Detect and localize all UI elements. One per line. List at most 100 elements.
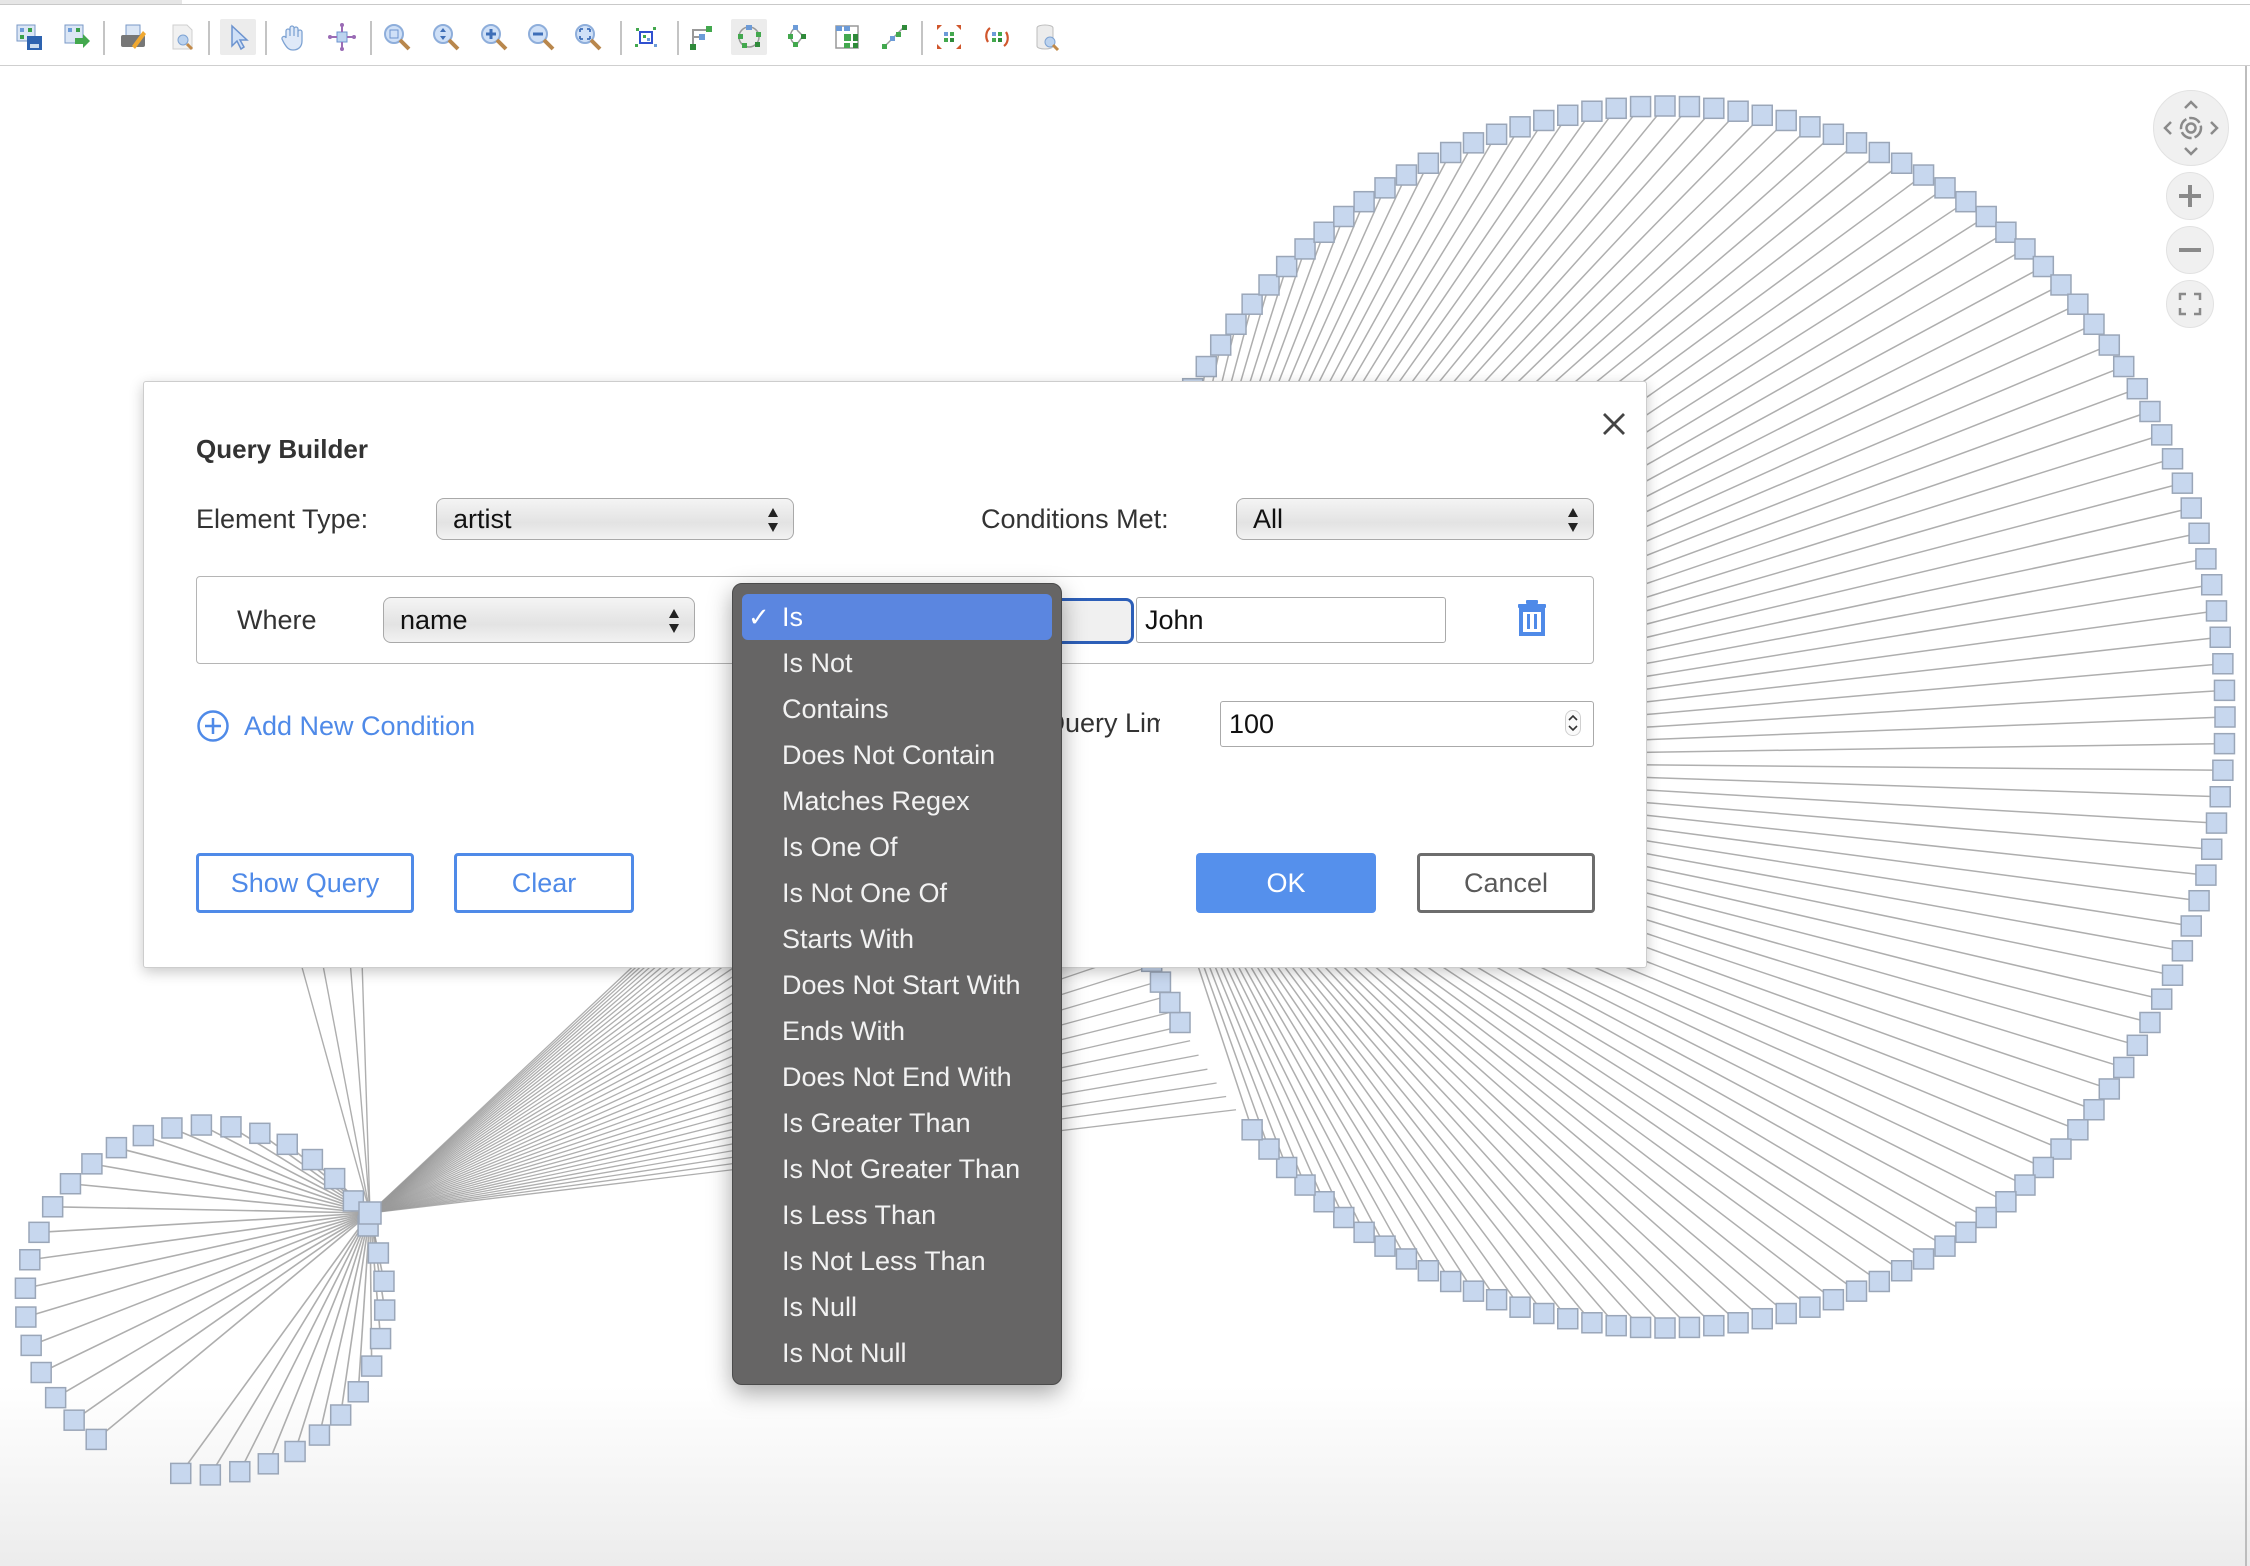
close-icon <box>1603 413 1625 435</box>
select-region-button[interactable] <box>628 19 664 55</box>
zoom-fit-height-button[interactable] <box>428 19 464 55</box>
hierarchical-layout-button[interactable] <box>682 19 718 55</box>
show-query-button[interactable]: Show Query <box>196 853 414 913</box>
operator-option[interactable]: Is Not Greater Than <box>742 1146 1052 1192</box>
operator-option[interactable]: Is One Of <box>742 824 1052 870</box>
zoom-fit-button[interactable] <box>570 19 606 55</box>
zoom-in-button[interactable] <box>2166 172 2214 220</box>
graph-node <box>81 1153 103 1175</box>
operator-option-label: Is One Of <box>782 832 898 862</box>
expand-button[interactable] <box>931 19 967 55</box>
operator-option[interactable]: Is Greater Than <box>742 1100 1052 1146</box>
graph-node <box>1485 123 1508 146</box>
add-condition-link[interactable]: Add New Condition <box>196 709 475 743</box>
spinner-icon[interactable] <box>1565 710 1581 736</box>
operator-option[interactable]: Does Not Start With <box>742 962 1052 1008</box>
operator-option[interactable]: Is Not Null <box>742 1330 1052 1376</box>
graph-edge <box>180 1212 371 1474</box>
operator-option[interactable]: Is Not One Of <box>742 870 1052 916</box>
toolbar <box>0 4 2250 67</box>
fit-screen-button[interactable] <box>2166 280 2214 328</box>
graph-node <box>1275 255 1298 278</box>
graph-node <box>373 1299 396 1321</box>
pan-hand-button[interactable] <box>275 19 311 55</box>
graph-node <box>2098 1078 2121 1100</box>
operator-dropdown-menu: ✓ Is Is Not Contains Does Not Contain Matches… <box>732 583 1062 1385</box>
print-button[interactable] <box>115 19 151 55</box>
query-limit-input[interactable]: 100 <box>1220 701 1594 747</box>
graph-node <box>1581 100 1603 122</box>
delete-condition-button[interactable] <box>1517 599 1547 642</box>
graph-node <box>1258 274 1280 296</box>
close-button[interactable] <box>1594 404 1634 444</box>
print-preview-button[interactable] <box>164 19 200 55</box>
graph-node <box>1995 221 2017 244</box>
select-pointer-button[interactable] <box>220 19 256 55</box>
query-database-button[interactable] <box>1028 19 1064 55</box>
graph-node <box>2067 293 2089 315</box>
move-button[interactable] <box>324 19 360 55</box>
pan-navigator[interactable] <box>2153 90 2229 166</box>
grid-layout-button[interactable] <box>829 19 865 55</box>
clear-button[interactable]: Clear <box>454 853 634 913</box>
field-value: name <box>400 605 468 635</box>
conditions-met-value: All <box>1253 504 1284 534</box>
fit-screen-icon <box>2178 292 2202 316</box>
pan-hand-icon <box>281 25 303 51</box>
graph-node <box>190 1114 213 1136</box>
toolbar-separator <box>921 21 923 55</box>
add-condition-label: Add New Condition <box>244 710 476 741</box>
graph-node <box>1417 152 1440 174</box>
zoom-in-button[interactable] <box>476 19 512 55</box>
graph-node <box>249 1122 271 1145</box>
graph-node <box>2171 940 2194 962</box>
cancel-button[interactable]: Cancel <box>1417 853 1595 913</box>
graph-node <box>308 1424 331 1446</box>
rotate-button[interactable] <box>979 19 1015 55</box>
condition-value-input[interactable]: John <box>1136 597 1446 643</box>
orthogonal-layout-button[interactable] <box>876 19 912 55</box>
graph-node <box>1912 164 1935 186</box>
zoom-out-button[interactable] <box>2166 226 2214 274</box>
pan-arrows-icon <box>2163 100 2219 156</box>
save-graph-button[interactable] <box>11 19 47 55</box>
operator-option-label: Is Not Null <box>782 1338 907 1368</box>
circular-layout-button[interactable] <box>731 19 767 55</box>
organic-layout-button[interactable] <box>780 19 816 55</box>
operator-option[interactable]: Does Not Contain <box>742 732 1052 778</box>
operator-option[interactable]: Matches Regex <box>742 778 1052 824</box>
graph-node <box>323 1167 346 1190</box>
graph-node <box>220 1116 242 1138</box>
conditions-met-select[interactable]: All <box>1236 498 1594 540</box>
graph-node <box>1417 1260 1440 1282</box>
zoom-area-button[interactable] <box>379 19 415 55</box>
export-graph-button[interactable] <box>59 19 95 55</box>
element-type-select[interactable]: artist <box>436 498 794 540</box>
graph-node <box>2200 838 2223 860</box>
graph-node <box>1654 1317 1676 1339</box>
checkmark-icon: ✓ <box>748 602 770 632</box>
operator-option[interactable]: Is Not <box>742 640 1052 686</box>
operator-option[interactable]: Is Null <box>742 1284 1052 1330</box>
operator-option[interactable]: Starts With <box>742 916 1052 962</box>
graph-edge <box>73 1212 371 1421</box>
operator-option[interactable]: Contains <box>742 686 1052 732</box>
operator-option[interactable]: Is Not Less Than <box>742 1238 1052 1284</box>
ok-button[interactable]: OK <box>1196 853 1376 913</box>
graph-node <box>1703 97 1725 120</box>
graph-node <box>169 1462 192 1485</box>
select-arrows-icon <box>669 609 679 633</box>
graph-node <box>2188 522 2210 545</box>
graph-node <box>199 1464 222 1486</box>
operator-option[interactable]: Ends With <box>742 1008 1052 1054</box>
operator-option[interactable]: Is Less Than <box>742 1192 1052 1238</box>
graph-node <box>1294 238 1316 260</box>
operator-option[interactable]: ✓ Is <box>742 594 1052 640</box>
graph-node <box>2112 1056 2135 1079</box>
graph-node <box>1195 355 1218 378</box>
field-select[interactable]: name <box>383 597 695 643</box>
graph-node <box>1678 1316 1701 1339</box>
zoom-in-icon <box>481 24 508 51</box>
zoom-out-button[interactable] <box>523 19 559 55</box>
operator-option[interactable]: Does Not End With <box>742 1054 1052 1100</box>
